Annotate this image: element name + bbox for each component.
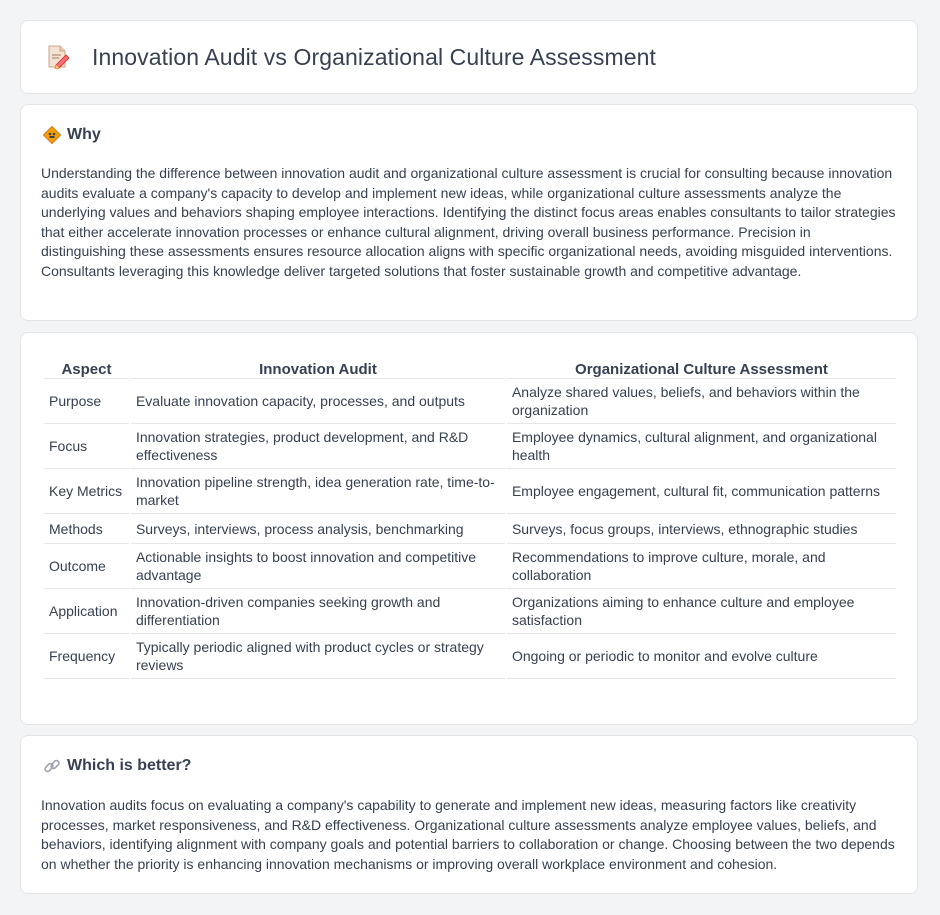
page-title: Innovation Audit vs Organizational Cultu… <box>92 43 656 70</box>
why-section: Why Understanding the difference between… <box>20 104 918 321</box>
row-innovation-audit: Actionable insights to boost innovation … <box>130 544 505 589</box>
comparison-table: Aspect Innovation Audit Organizational C… <box>42 353 898 679</box>
why-paragraph: Understanding the difference between inn… <box>41 165 896 279</box>
row-innovation-audit: Innovation pipeline strength, idea gener… <box>130 469 505 514</box>
why-heading: Why <box>42 125 101 145</box>
why-heading-text: Why <box>67 126 101 143</box>
row-innovation-audit: Evaluate innovation capacity, processes,… <box>130 379 505 424</box>
better-heading: Which is better? <box>43 757 191 775</box>
row-culture-assessment: Ongoing or periodic to monitor and evolv… <box>506 634 896 679</box>
link-icon <box>43 757 61 775</box>
row-innovation-audit: Surveys, interviews, process analysis, b… <box>130 514 505 544</box>
row-culture-assessment: Employee engagement, cultural fit, commu… <box>506 469 896 514</box>
row-innovation-audit: Typically periodic aligned with product … <box>130 634 505 679</box>
header-innovation-audit: Innovation Audit <box>130 353 505 379</box>
row-aspect: Outcome <box>44 544 129 589</box>
row-culture-assessment: Analyze shared values, beliefs, and beha… <box>506 379 896 424</box>
row-innovation-audit: Innovation-driven companies seeking grow… <box>130 589 505 634</box>
table-row: Methods Surveys, interviews, process ana… <box>44 514 896 544</box>
table-row: Outcome Actionable insights to boost inn… <box>44 544 896 589</box>
row-aspect: Focus <box>44 424 129 469</box>
table-row: Key Metrics Innovation pipeline strength… <box>44 469 896 514</box>
row-culture-assessment: Employee dynamics, cultural alignment, a… <box>506 424 896 469</box>
better-paragraph: Innovation audits focus on evaluating a … <box>41 797 895 872</box>
header-aspect: Aspect <box>44 353 129 379</box>
row-aspect: Methods <box>44 514 129 544</box>
row-culture-assessment: Recommendations to improve culture, mora… <box>506 544 896 589</box>
table-row: Frequency Typically periodic aligned wit… <box>44 634 896 679</box>
row-aspect: Key Metrics <box>44 469 129 514</box>
title-card: Innovation Audit vs Organizational Cultu… <box>20 20 918 94</box>
better-heading-text: Which is better? <box>67 757 192 774</box>
table-row: Application Innovation-driven companies … <box>44 589 896 634</box>
diamond-sign-icon <box>42 125 62 145</box>
table-header-row: Aspect Innovation Audit Organizational C… <box>44 353 896 379</box>
row-aspect: Frequency <box>44 634 129 679</box>
row-culture-assessment: Organizations aiming to enhance culture … <box>506 589 896 634</box>
comparison-section: Aspect Innovation Audit Organizational C… <box>20 332 918 725</box>
which-is-better-section: Which is better? Innovation audits focus… <box>20 735 918 894</box>
row-aspect: Application <box>44 589 129 634</box>
document-pencil-icon <box>47 45 70 70</box>
header-culture-assessment: Organizational Culture Assessment <box>506 353 896 379</box>
row-innovation-audit: Innovation strategies, product developme… <box>130 424 505 469</box>
table-row: Purpose Evaluate innovation capacity, pr… <box>44 379 896 424</box>
row-aspect: Purpose <box>44 379 129 424</box>
table-row: Focus Innovation strategies, product dev… <box>44 424 896 469</box>
row-culture-assessment: Surveys, focus groups, interviews, ethno… <box>506 514 896 544</box>
